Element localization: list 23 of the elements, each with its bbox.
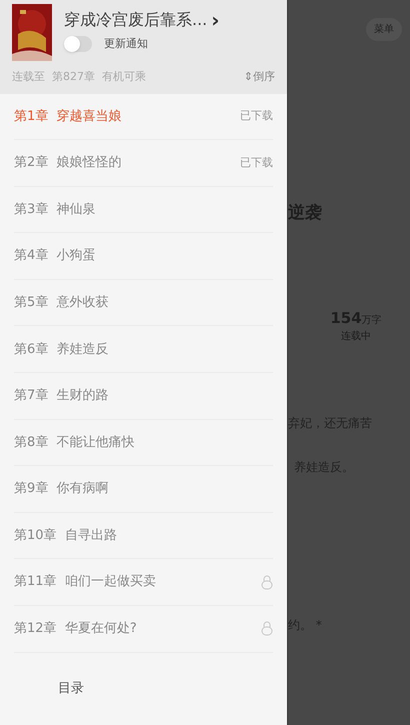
chapter-item[interactable]: 第4章 小狗蛋 — [14, 233, 273, 280]
chapter-item[interactable]: 第10章 自寻出路 — [14, 512, 273, 560]
chapter-item[interactable]: 第12章 华夏在何处? — [14, 606, 273, 653]
notify-label: 更新通知 — [104, 36, 148, 52]
chapter-item[interactable]: 第11章 咱们一起做买卖 — [14, 559, 273, 606]
download-status: 已下载 — [240, 154, 273, 171]
download-status: 已下载 — [240, 108, 273, 124]
chapter-item[interactable]: 第8章 不能让他痛快 — [14, 420, 273, 466]
lock-icon — [261, 574, 273, 590]
chapter-item[interactable]: 第9章 你有病啊 — [14, 466, 273, 513]
chapter-item[interactable]: 第3章 神仙泉 — [14, 186, 273, 234]
chapter-item[interactable]: 第5章 意外收获 — [14, 280, 273, 326]
book-title[interactable]: 穿成冷宫废后靠系... — [64, 8, 208, 32]
sort-button[interactable]: ⇕倒序 — [244, 69, 275, 86]
lock-icon — [261, 621, 273, 636]
chevron-icon[interactable]: › — [211, 10, 220, 30]
chapter-item[interactable]: 第1章 穿越喜当娘 已下载 — [14, 94, 273, 140]
chapter-item[interactable]: 第6章 养娃造反 — [14, 326, 273, 374]
chapter-item[interactable]: 第2章 娘娘怪怪的 已下载 — [14, 140, 273, 187]
notify-toggle[interactable] — [64, 36, 92, 52]
chapter-item[interactable]: 第7章 生财的路 — [14, 373, 273, 420]
catalog-tab[interactable]: 目录 — [58, 679, 84, 699]
serial-status: 连载至 第827章 有机可乘 — [12, 69, 146, 85]
